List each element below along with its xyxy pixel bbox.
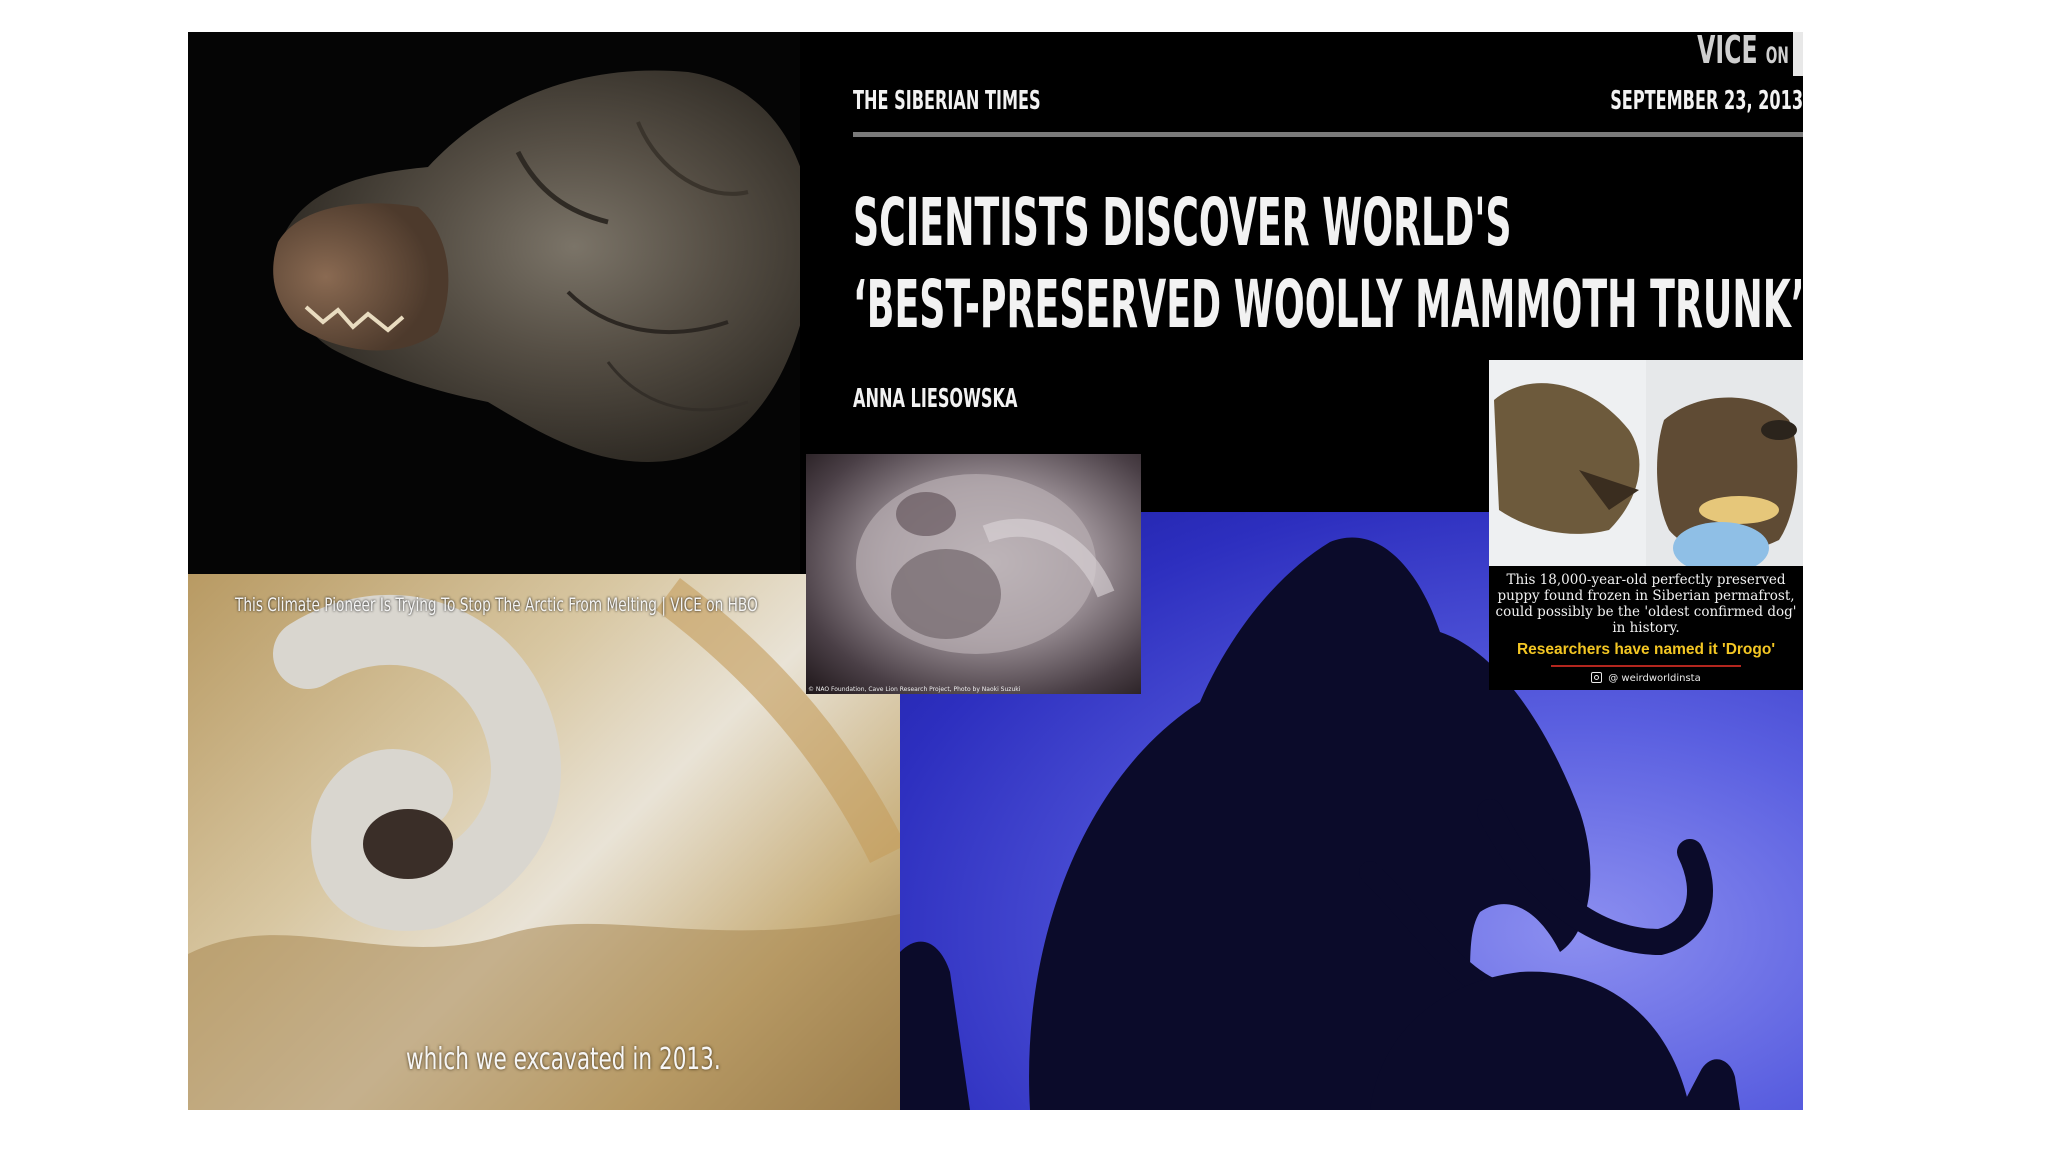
image-collage: VICE ON THE SIBERIAN TIMES SEPTEMBER 23,… — [188, 32, 1803, 1110]
vice-logo-on: ON — [1765, 44, 1789, 69]
video-title: This Climate Pioneer Is Trying To Stop T… — [235, 594, 758, 616]
lion-cub-illustration — [856, 474, 1115, 654]
headline-line-1: SCIENTISTS DISCOVER WORLD'S — [853, 184, 1512, 261]
mammoth-trunk-illustration — [188, 578, 900, 1110]
vice-on-hbo-logo: VICE ON — [1697, 32, 1789, 72]
instagram-handle: @ weirdworldinsta — [1489, 672, 1803, 684]
video-subtitle: which we excavated in 2013. — [406, 1042, 721, 1077]
drogo-puppy-post: This 18,000-year-old perfectly preserved… — [1489, 360, 1803, 690]
vice-logo-text: VICE — [1697, 32, 1758, 72]
hbo-logo-fragment — [1793, 32, 1803, 76]
article-date: SEPTEMBER 23, 2013 — [1610, 86, 1803, 116]
publication-name: THE SIBERIAN TIMES — [853, 86, 1041, 116]
instagram-icon — [1591, 672, 1603, 683]
drogo-highlight: Researchers have named it 'Drogo' — [1516, 641, 1776, 658]
header-divider — [853, 132, 1803, 137]
photo-credit: © NAO Foundation, Cave Lion Research Pro… — [808, 686, 1021, 693]
wolf-head-photo — [188, 32, 800, 574]
video-frame: This Climate Pioneer Is Trying To Stop T… — [188, 574, 900, 1110]
wolf-head-illustration — [273, 70, 800, 462]
article-author: ANNA LIESOWSKA — [853, 384, 1018, 414]
puppy-caption: This 18,000-year-old perfectly preserved… — [1495, 572, 1797, 636]
headline-line-2: ‘BEST-PRESERVED WOOLLY MAMMOTH TRUNK’ — [853, 266, 1803, 343]
cave-lion-cub-photo: © NAO Foundation, Cave Lion Research Pro… — [806, 454, 1141, 694]
puppy-head-illustration — [1489, 360, 1803, 566]
puppy-photos — [1489, 360, 1803, 566]
caption-divider — [1551, 665, 1741, 667]
handle-text: @ weirdworldinsta — [1608, 673, 1701, 684]
article-headline: SCIENTISTS DISCOVER WORLD'S ‘BEST-PRESER… — [853, 182, 1803, 346]
